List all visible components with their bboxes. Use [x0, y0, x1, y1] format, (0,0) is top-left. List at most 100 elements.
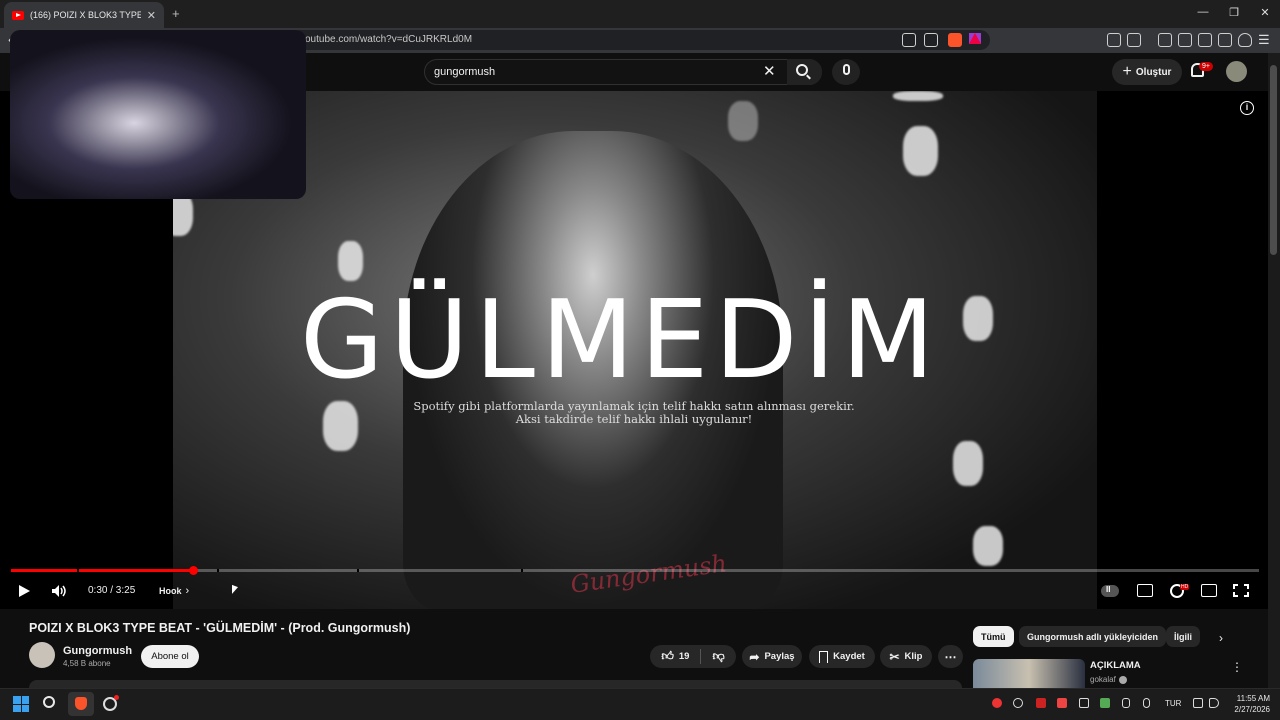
play-button[interactable]: [19, 585, 30, 597]
fullscreen-icon[interactable]: [1233, 584, 1249, 597]
chevron-right-icon: ›: [185, 585, 190, 597]
tray-app-icon[interactable]: [992, 698, 1002, 708]
wallet-icon[interactable]: [1198, 33, 1212, 47]
progress-track[interactable]: [11, 569, 1259, 572]
chapter-marker: [77, 569, 79, 572]
clock-date: 2/27/2026: [1234, 705, 1270, 714]
tray-obs-icon[interactable]: [1013, 698, 1023, 708]
autoplay-toggle[interactable]: [1101, 585, 1119, 597]
account-avatar[interactable]: [1226, 61, 1247, 82]
clear-search-icon[interactable]: ✕: [763, 62, 776, 80]
system-clock[interactable]: 11:55 AM 2/27/2026: [1228, 693, 1270, 715]
search-query: gungormush: [434, 66, 496, 78]
more-vertical-icon[interactable]: ⋮: [1231, 660, 1243, 674]
mouse-cursor-icon: [232, 584, 238, 597]
info-icon[interactable]: i: [1240, 101, 1254, 115]
recommended-thumbnail[interactable]: [973, 659, 1085, 688]
like-dislike-group: 👍︎ 19 👎︎: [650, 645, 736, 668]
search-icon: [796, 64, 808, 76]
url-text: youtube.com/watch?v=dCuJRKRLd0M: [300, 34, 473, 45]
video-overlay-title: GÜLMEDİM: [300, 278, 941, 403]
tray-nvidia-icon[interactable]: [1100, 698, 1110, 708]
create-label: Oluştur: [1135, 66, 1172, 78]
verified-icon: [1118, 675, 1127, 684]
close-window-button[interactable]: ✕: [1255, 6, 1275, 19]
divider: [700, 649, 702, 664]
chapter-button[interactable]: Hook ›: [159, 585, 189, 597]
brave-browser-icon[interactable]: [68, 692, 94, 716]
video-title: POIZI X BLOK3 TYPE BEAT - 'GÜLMEDİM' - (…: [29, 621, 411, 635]
chapter-marker: [217, 569, 219, 572]
media-icon[interactable]: [1158, 33, 1172, 47]
maximize-button[interactable]: ❐: [1224, 6, 1244, 19]
clip-label: Klip: [904, 651, 923, 662]
more-horizontal-icon: ⋯: [944, 649, 957, 664]
microphone-icon: [843, 64, 850, 75]
channel-avatar[interactable]: [29, 642, 55, 668]
volume-icon[interactable]: [51, 584, 67, 598]
recommended-channel-name: gokalaf: [1090, 675, 1116, 684]
brave-shields-icon[interactable]: [948, 33, 962, 47]
clock-time: 11:55 AM: [1236, 694, 1270, 703]
chapter-marker: [357, 569, 359, 572]
tray-usb-icon[interactable]: [1122, 698, 1130, 708]
chip-related[interactable]: İlgili: [1166, 626, 1200, 647]
clip-button[interactable]: ✂ Klip: [880, 645, 932, 668]
bookmark-icon: [819, 650, 829, 663]
thumbs-up-icon: 👍︎: [661, 649, 674, 663]
taskbar-search-icon[interactable]: [43, 696, 55, 708]
chapter-marker: [521, 569, 523, 572]
create-button[interactable]: + Oluştur: [1112, 59, 1182, 85]
save-label: Kaydet: [833, 651, 865, 662]
copyright-notice-line1: Spotify gibi platformlarda yayınlamak iç…: [413, 399, 855, 413]
more-actions-button[interactable]: ⋯: [938, 645, 963, 668]
chapter-label: Hook: [159, 586, 182, 596]
like-button[interactable]: 👍︎ 19: [661, 649, 689, 664]
menu-icon[interactable]: ☰: [1258, 32, 1270, 48]
extensions-icon[interactable]: [1107, 33, 1121, 47]
chip-all[interactable]: Tümü: [973, 626, 1014, 647]
new-tab-button[interactable]: +: [172, 6, 180, 21]
chip-from-uploader[interactable]: Gungormush adlı yükleyiciden: [1019, 626, 1167, 647]
recording-indicator-icon: [114, 695, 119, 700]
save-button[interactable]: Kaydet: [809, 645, 875, 668]
brave-rewards-icon[interactable]: [969, 33, 981, 44]
miniplayer-icon[interactable]: [1201, 584, 1217, 597]
sidebar-icon[interactable]: [1178, 33, 1192, 47]
tab-search-icon[interactable]: [1127, 33, 1141, 47]
description-box[interactable]: [29, 680, 962, 688]
tray-arrow-icon[interactable]: [1079, 698, 1089, 708]
tab-close-icon[interactable]: ✕: [147, 9, 156, 22]
time-display: 0:30 / 3:25: [88, 585, 136, 596]
scissors-icon: ✂: [889, 649, 900, 664]
minimize-button[interactable]: —: [1193, 6, 1213, 18]
network-icon[interactable]: [1193, 698, 1203, 708]
speaker-icon[interactable]: [1209, 698, 1219, 708]
chevron-right-icon[interactable]: ›: [1219, 631, 1223, 645]
tray-shield-icon[interactable]: [1036, 698, 1046, 708]
cast-icon[interactable]: [902, 33, 916, 47]
progress-fill: [11, 569, 194, 572]
webcam-overlay: [10, 30, 306, 199]
leo-ai-icon[interactable]: [1218, 33, 1232, 47]
windows-start-icon[interactable]: [13, 696, 29, 712]
subtitles-icon[interactable]: [1137, 584, 1153, 597]
share-page-icon[interactable]: [924, 33, 938, 47]
browser-tab-strip: [0, 0, 1280, 28]
tray-record-icon[interactable]: [1057, 698, 1067, 708]
scrollbar-thumb[interactable]: [1270, 65, 1277, 255]
dislike-button[interactable]: 👎︎: [712, 649, 724, 664]
share-arrow-icon: ➦: [749, 649, 760, 664]
input-language[interactable]: TUR: [1165, 699, 1181, 708]
notifications-badge: 9+: [1199, 62, 1213, 71]
browser-tab[interactable]: (166) POIZI X BLOK3 TYPE BEAT ✕: [4, 2, 164, 28]
tab-title: (166) POIZI X BLOK3 TYPE BEAT: [30, 10, 141, 20]
youtube-favicon-icon: [12, 10, 24, 20]
channel-name[interactable]: Gungormush: [63, 645, 132, 657]
recommended-title[interactable]: AÇIKLAMA: [1090, 660, 1141, 671]
subscribe-button[interactable]: Abone ol: [141, 645, 199, 668]
tray-microphone-icon[interactable]: [1143, 698, 1150, 708]
vpn-shield-icon[interactable]: [1238, 33, 1252, 47]
hd-badge: HD: [1180, 584, 1190, 590]
share-button[interactable]: ➦ Paylaş: [742, 645, 802, 668]
